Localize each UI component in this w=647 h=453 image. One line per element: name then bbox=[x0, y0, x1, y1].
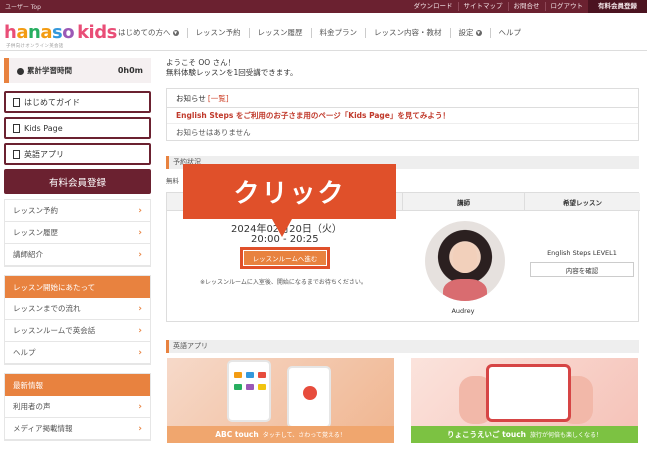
apps-title: 英語アプリ bbox=[166, 340, 639, 353]
top-bar: ユーザー Top ダウンロード サイトマップ お問合せ ログアウト 有料会員登録 bbox=[0, 0, 647, 13]
lesson-name: English Steps LEVEL1 bbox=[547, 249, 617, 257]
sitemap-link[interactable]: サイトマップ bbox=[457, 2, 508, 11]
logo[interactable]: hanaso kids bbox=[4, 22, 117, 43]
phone-image bbox=[227, 360, 271, 422]
header-cell-tutor: 講師 bbox=[402, 193, 524, 211]
document-icon bbox=[13, 149, 20, 159]
click-callout: クリック bbox=[183, 164, 396, 219]
contact-link[interactable]: お問合せ bbox=[507, 2, 545, 11]
menu-head-start: レッスン開始にあたって bbox=[5, 276, 150, 298]
abc-touch-banner[interactable]: ABC touch タッチして、さわって覚える！ bbox=[167, 358, 394, 443]
notice-title: お知らせ bbox=[176, 93, 206, 103]
chevron-right-icon: › bbox=[138, 347, 142, 358]
tablet-image bbox=[486, 364, 571, 422]
top-links: ダウンロード サイトマップ お問合せ ログアウト 有料会員登録 bbox=[409, 0, 647, 13]
study-time-box: 累計学習時間 0h0m bbox=[4, 58, 151, 83]
sidebar: 累計学習時間 0h0m はじめてガイド Kids Page 英語アプリ 有料会員… bbox=[4, 58, 151, 449]
nav-pricing[interactable]: 料金プラン bbox=[310, 28, 366, 38]
sidebar-item-tutors[interactable]: 講師紹介 › bbox=[5, 244, 150, 266]
chevron-right-icon: › bbox=[138, 303, 142, 314]
english-app-button[interactable]: 英語アプリ bbox=[4, 143, 151, 165]
notice-list-link[interactable]: [一覧] bbox=[208, 93, 229, 104]
beginners-guide-button[interactable]: はじめてガイド bbox=[4, 91, 151, 113]
enter-lesson-room-button[interactable]: レッスンルームへ進む bbox=[240, 247, 330, 269]
phone-image bbox=[287, 366, 331, 428]
room-note: ※レッスンルームに入室後、開始になるまでお待ちください。 bbox=[200, 279, 367, 286]
sidebar-item-history[interactable]: レッスン履歴 › bbox=[5, 222, 150, 244]
chevron-right-icon: › bbox=[138, 205, 142, 216]
menu-group-start: レッスン開始にあたって レッスンまでの流れ › レッスンルームで英会話 › ヘルプ › bbox=[4, 275, 151, 365]
nav-settings[interactable]: 設定 ▼ bbox=[449, 28, 490, 38]
chevron-down-icon: ▼ bbox=[475, 30, 482, 36]
travel-english-caption: りょこうえいご touch 旅行が何倍も楽しくなる！ bbox=[411, 426, 638, 443]
menu-group-news: 最新情報 利用者の声 › メディア掲載情報 › bbox=[4, 373, 151, 441]
header-cell-lesson: 希望レッスン bbox=[524, 193, 640, 211]
sidebar-item-media[interactable]: メディア掲載情報 › bbox=[5, 418, 150, 440]
main-nav: はじめての方へ ▼ レッスン予約 レッスン履歴 料金プラン レッスン内容・教材 設… bbox=[110, 26, 529, 40]
paid-register-button[interactable]: 有料会員登録 bbox=[4, 169, 151, 194]
view-content-button[interactable]: 内容を確認 bbox=[530, 262, 634, 277]
paid-register-link[interactable]: 有料会員登録 bbox=[588, 0, 647, 13]
notice-empty: お知らせはありません bbox=[176, 127, 251, 137]
chevron-down-icon: ▼ bbox=[172, 30, 179, 36]
clock-icon bbox=[17, 67, 24, 75]
menu-head-news: 最新情報 bbox=[5, 374, 150, 396]
notice-box: お知らせ [一覧] English Steps をご利用のお子さま用のページ「Ki… bbox=[166, 88, 639, 141]
chevron-right-icon: › bbox=[138, 401, 142, 412]
logo-subtitle: 子供向けオンライン英会話 bbox=[6, 44, 64, 49]
header: hanaso kids 子供向けオンライン英会話 はじめての方へ ▼ レッスン予約 … bbox=[0, 13, 647, 51]
nav-history[interactable]: レッスン履歴 bbox=[248, 28, 311, 38]
sidebar-item-reservation[interactable]: レッスン予約 › bbox=[5, 200, 150, 222]
sidebar-item-help[interactable]: ヘルプ › bbox=[5, 342, 150, 364]
breadcrumb[interactable]: ユーザー Top bbox=[5, 2, 41, 11]
tutor-avatar[interactable] bbox=[425, 221, 505, 301]
chevron-right-icon: › bbox=[138, 227, 142, 238]
travel-english-banner[interactable]: りょこうえいご touch 旅行が何倍も楽しくなる！ bbox=[411, 358, 638, 443]
document-icon bbox=[13, 97, 20, 107]
logout-link[interactable]: ログアウト bbox=[544, 2, 589, 11]
kids-page-button[interactable]: Kids Page bbox=[4, 117, 151, 139]
chevron-right-icon: › bbox=[138, 325, 142, 336]
chevron-right-icon: › bbox=[138, 423, 142, 434]
sidebar-item-flow[interactable]: レッスンまでの流れ › bbox=[5, 298, 150, 320]
nav-beginners[interactable]: はじめての方へ ▼ bbox=[110, 28, 187, 38]
chevron-right-icon: › bbox=[138, 249, 142, 260]
menu-group-main: レッスン予約 › レッスン履歴 › 講師紹介 › bbox=[4, 199, 151, 267]
callout-arrow-icon bbox=[272, 219, 292, 237]
nav-reservation[interactable]: レッスン予約 bbox=[186, 28, 249, 38]
study-time-value: 0h0m bbox=[117, 66, 143, 75]
nav-help[interactable]: ヘルプ bbox=[489, 28, 530, 38]
sidebar-item-lesson-room[interactable]: レッスンルームで英会話 › bbox=[5, 320, 150, 342]
notice-kids-page-link[interactable]: English Steps をご利用のお子さま用のページ「Kids Page」を… bbox=[167, 108, 638, 124]
document-icon bbox=[13, 123, 20, 133]
reservation-sub: 無料 bbox=[166, 177, 179, 185]
sidebar-item-voices[interactable]: 利用者の声 › bbox=[5, 396, 150, 418]
abc-touch-caption: ABC touch タッチして、さわって覚える！ bbox=[167, 426, 394, 443]
download-link[interactable]: ダウンロード bbox=[409, 2, 458, 11]
nav-lesson-content[interactable]: レッスン内容・教材 bbox=[365, 28, 450, 38]
tutor-name: Audrey bbox=[451, 307, 475, 315]
welcome-text: ようこそ OO さん！ 無料体験レッスンを1回受講できます。 bbox=[166, 58, 298, 77]
main-content: ようこそ OO さん！ 無料体験レッスンを1回受講できます。 お知らせ [一覧] … bbox=[166, 58, 639, 141]
